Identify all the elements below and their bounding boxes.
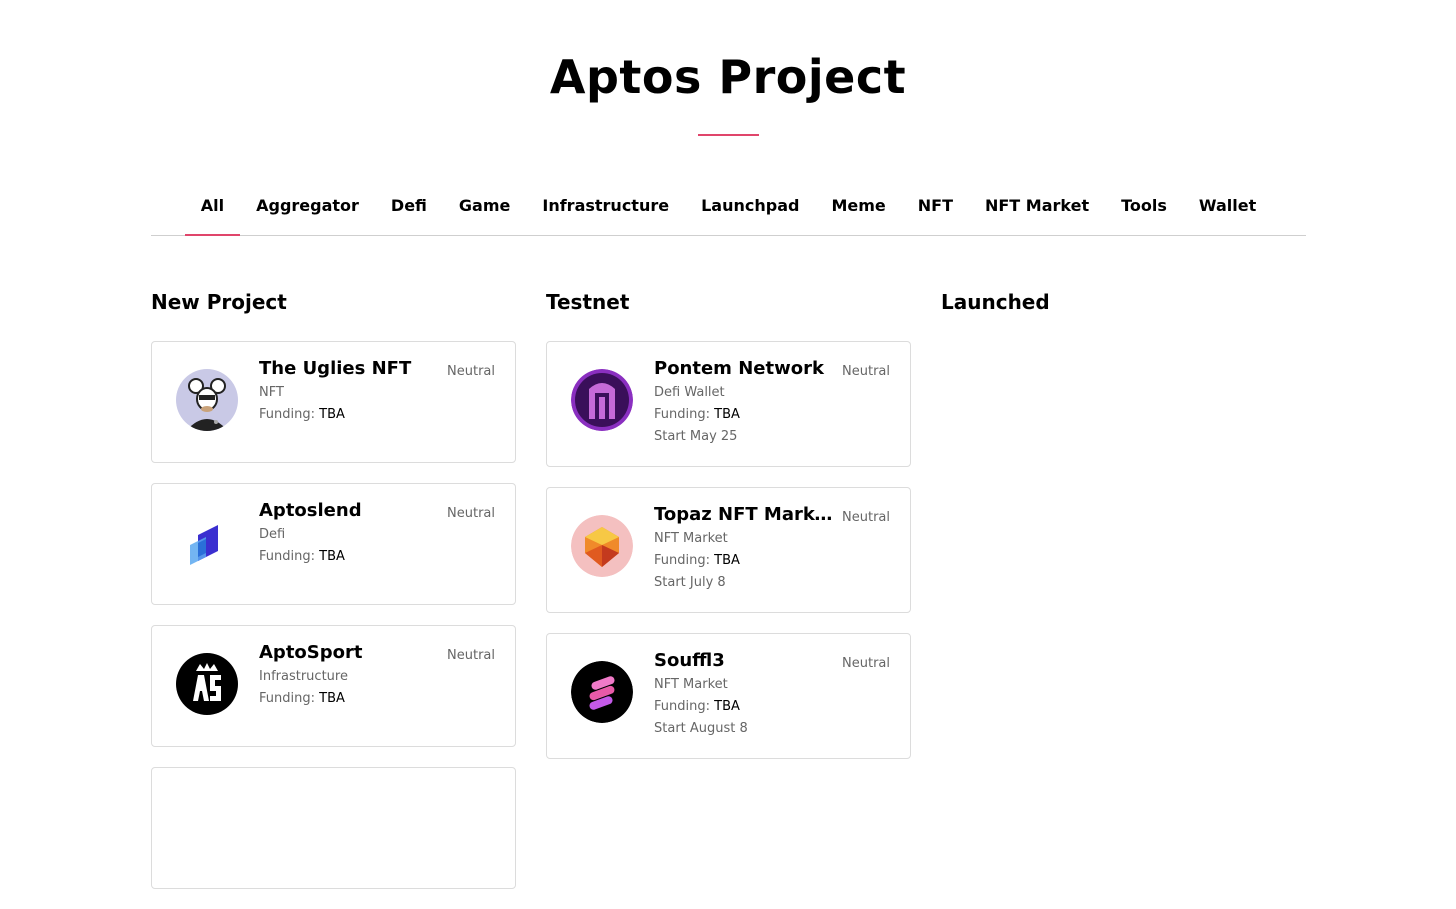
project-category: NFT Market: [654, 531, 728, 546]
column-title: Launched: [941, 290, 1050, 314]
project-card[interactable]: Aptoslend Defi Funding: TBA Neutral: [151, 483, 516, 605]
funding-label: Funding:: [654, 407, 710, 422]
tab-wallet[interactable]: Wallet: [1183, 186, 1272, 235]
column-title: New Project: [151, 290, 287, 314]
tab-game[interactable]: Game: [443, 186, 526, 235]
testnet-column: Testnet Pontem Network Defi Wallet Fundi…: [546, 288, 911, 779]
project-card[interactable]: AptoSport Infrastructure Funding: TBA Ne…: [151, 625, 516, 747]
project-funding: Funding: TBA: [259, 688, 439, 710]
project-name[interactable]: AptoSport: [259, 640, 439, 666]
tab-meme[interactable]: Meme: [815, 186, 901, 235]
project-card[interactable]: Souffl3 NFT Market Funding: TBA Start Au…: [546, 633, 911, 759]
project-info: Souffl3 NFT Market Funding: TBA Start Au…: [654, 648, 834, 740]
tab-nft-market[interactable]: NFT Market: [969, 186, 1105, 235]
project-category: Defi Wallet: [654, 385, 725, 400]
project-info: AptoSport Infrastructure Funding: TBA: [259, 640, 439, 710]
project-funding: Funding: TBA: [654, 404, 834, 426]
tab-aggregator[interactable]: Aggregator: [240, 186, 375, 235]
page-title: Aptos Project: [549, 50, 907, 104]
tab-launchpad[interactable]: Launchpad: [685, 186, 815, 235]
funding-value: TBA: [714, 407, 740, 422]
project-info: The Uglies NFT NFT Funding: TBA: [259, 356, 439, 426]
funding-value: TBA: [319, 549, 345, 564]
project-category: Infrastructure: [259, 669, 348, 684]
status-badge: Neutral: [842, 656, 890, 671]
project-funding: Funding: TBA: [654, 550, 834, 572]
project-name[interactable]: Pontem Network: [654, 356, 834, 382]
new-project-column: New Project The Uglies NFT NFT Funding: …: [151, 288, 516, 909]
launched-column: Launched: [941, 288, 1306, 341]
status-badge: Neutral: [842, 510, 890, 525]
aptosport-logo: [176, 653, 238, 715]
funding-value: TBA: [714, 553, 740, 568]
tab-nft[interactable]: NFT: [902, 186, 969, 235]
funding-label: Funding:: [654, 553, 710, 568]
tab-all[interactable]: All: [184, 186, 241, 236]
project-start-date: Start May 25: [654, 429, 738, 444]
funding-label: Funding:: [259, 407, 315, 422]
tab-tools[interactable]: Tools: [1105, 186, 1183, 235]
funding-label: Funding:: [259, 691, 315, 706]
project-card[interactable]: The Uglies NFT NFT Funding: TBA Neutral: [151, 341, 516, 463]
project-info: Topaz NFT Market… NFT Market Funding: TB…: [654, 502, 834, 594]
aptoslend-logo: [176, 511, 238, 573]
status-badge: Neutral: [447, 648, 495, 663]
tab-defi[interactable]: Defi: [375, 186, 443, 235]
category-tabs: All Aggregator Defi Game Infrastructure …: [151, 186, 1306, 236]
project-name[interactable]: Topaz NFT Market…: [654, 502, 834, 528]
project-card[interactable]: [151, 767, 516, 889]
project-start-date: Start August 8: [654, 721, 748, 736]
funding-value: TBA: [319, 407, 345, 422]
project-info: Pontem Network Defi Wallet Funding: TBA …: [654, 356, 834, 448]
project-card[interactable]: Topaz NFT Market… NFT Market Funding: TB…: [546, 487, 911, 613]
project-category: Defi: [259, 527, 286, 542]
souffl3-logo: [571, 661, 633, 723]
project-funding: Funding: TBA: [259, 546, 439, 568]
project-name[interactable]: Aptoslend: [259, 498, 439, 524]
project-name[interactable]: Souffl3: [654, 648, 834, 674]
uglies-rat-logo: [176, 369, 238, 431]
status-badge: Neutral: [842, 364, 890, 379]
funding-label: Funding:: [654, 699, 710, 714]
status-badge: Neutral: [447, 506, 495, 521]
project-funding: Funding: TBA: [259, 404, 439, 426]
status-badge: Neutral: [447, 364, 495, 379]
funding-value: TBA: [319, 691, 345, 706]
project-info: Aptoslend Defi Funding: TBA: [259, 498, 439, 568]
funding-value: TBA: [714, 699, 740, 714]
topaz-logo: [571, 515, 633, 577]
project-name[interactable]: The Uglies NFT: [259, 356, 439, 382]
funding-label: Funding:: [259, 549, 315, 564]
project-funding: Funding: TBA: [654, 696, 834, 718]
project-category: NFT Market: [654, 677, 728, 692]
tab-infrastructure[interactable]: Infrastructure: [526, 186, 685, 235]
project-start-date: Start July 8: [654, 575, 726, 590]
project-category: NFT: [259, 385, 284, 400]
title-underline: [698, 134, 759, 136]
column-title: Testnet: [546, 290, 630, 314]
pontem-logo: [571, 369, 633, 431]
project-card[interactable]: Pontem Network Defi Wallet Funding: TBA …: [546, 341, 911, 467]
